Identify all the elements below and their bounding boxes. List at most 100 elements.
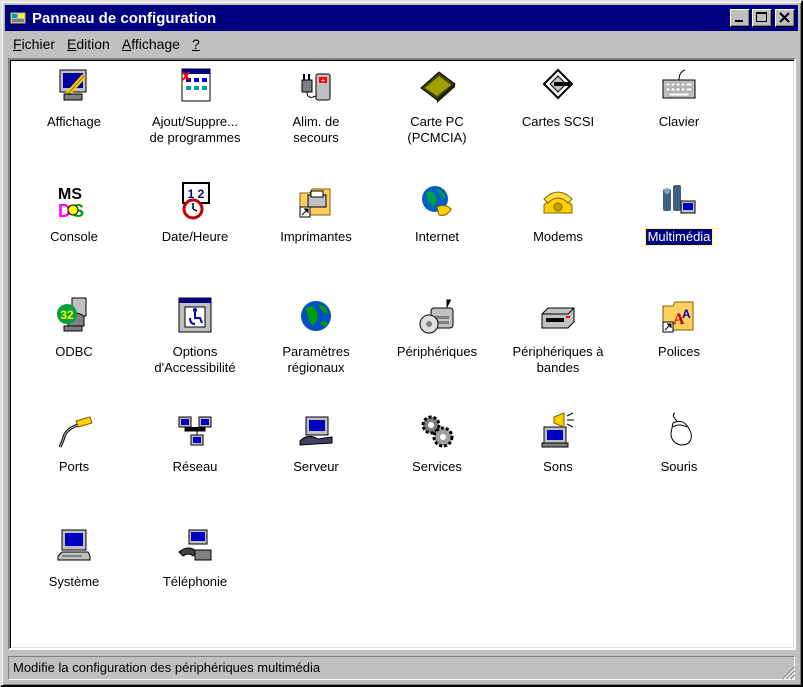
menu-accel: F [13, 36, 22, 52]
control-panel-item-multimedia[interactable]: Multimédia [619, 179, 739, 289]
control-panel-item-display[interactable]: Affichage [14, 64, 134, 174]
odbc-icon: 32 [54, 296, 94, 336]
item-label: Multimédia [644, 228, 714, 246]
item-label: Polices [658, 344, 700, 359]
menu-label: ichier [21, 36, 56, 52]
svg-text:+: + [321, 76, 326, 85]
item-label: Affichage [47, 114, 101, 129]
control-panel-item-devices[interactable]: Périphériques [377, 294, 497, 404]
close-button[interactable] [775, 9, 795, 27]
maximize-icon [756, 12, 767, 22]
control-panel-item-fonts-folder[interactable]: A A Polices [619, 294, 739, 404]
control-panel-item-tape-drive[interactable]: Périphériques à bandes [498, 294, 618, 404]
status-text: Modifie la configuration des périphériqu… [8, 656, 795, 680]
ports-cable-icon [54, 411, 94, 451]
menu-label: ffichage [131, 36, 180, 52]
network-icon [175, 411, 215, 451]
fonts-folder-icon: AA [659, 296, 699, 336]
control-panel-item-scsi[interactable]: Cartes SCSI [498, 64, 618, 174]
minimize-icon [735, 20, 743, 22]
control-panel-item-msdos-console[interactable]: MSDS Console [14, 179, 134, 289]
icon-view[interactable]: Affichage Ajout/Suppre... de programmes + A… [8, 58, 796, 650]
item-label: ODBC [55, 344, 93, 359]
menu-bar: Fichier Edition Affichage ? [5, 33, 798, 55]
title-bar[interactable]: Panneau de configuration [5, 5, 798, 31]
menu-label: dition [76, 36, 110, 52]
menu-help[interactable]: ? [186, 36, 206, 52]
item-label: Options d'Accessibilité [154, 344, 236, 375]
internet-icon [417, 181, 457, 221]
sounds-speaker-icon [538, 411, 578, 451]
printers-folder-icon [296, 181, 336, 221]
display-icon [54, 66, 94, 106]
menu-accel: E [67, 36, 77, 52]
maximize-button[interactable] [752, 9, 772, 27]
control-panel-item-date-time[interactable]: 1 2 Date/Heure [135, 179, 255, 289]
system-computer-icon [54, 526, 94, 566]
control-panel-item-accessibility[interactable]: Options d'Accessibilité [135, 294, 255, 404]
menu-fichier[interactable]: Fichier [7, 36, 61, 52]
scsi-icon [538, 66, 578, 106]
control-panel-item-network[interactable]: Réseau [135, 409, 255, 519]
item-label: Date/Heure [161, 229, 229, 244]
control-panel-item-ports-cable[interactable]: Ports [14, 409, 134, 519]
close-icon [779, 12, 790, 23]
control-panel-item-globe[interactable]: Paramètres régionaux [256, 294, 376, 404]
control-panel-icon [9, 9, 27, 27]
item-label: Cartes SCSI [521, 114, 595, 129]
control-panel-item-system-computer[interactable]: Système [14, 524, 134, 634]
window-title: Panneau de configuration [32, 9, 217, 27]
date-time-icon: 1 2 [175, 181, 215, 221]
item-label: Serveur [293, 459, 339, 474]
status-bar: Modifie la configuration des périphériqu… [5, 654, 798, 682]
item-label: Console [50, 229, 98, 244]
control-panel-item-add-remove-programs[interactable]: Ajout/Suppre... de programmes [135, 64, 255, 174]
control-panel-item-modem-phone[interactable]: Modems [498, 179, 618, 289]
multimedia-icon [659, 181, 699, 221]
globe-icon [296, 296, 336, 336]
control-panel-item-sounds-speaker[interactable]: Sons [498, 409, 618, 519]
control-panel-item-pc-card[interactable]: Carte PC (PCMCIA) [377, 64, 497, 174]
services-gears-icon [417, 411, 457, 451]
item-label: Ports [58, 459, 90, 474]
minimize-button[interactable] [730, 9, 750, 27]
control-panel-item-ups-power[interactable]: + Alim. de secours [256, 64, 376, 174]
menu-affichage[interactable]: Affichage [116, 36, 186, 52]
tape-drive-icon [538, 296, 578, 336]
mouse-icon [659, 411, 699, 451]
item-label: Carte PC (PCMCIA) [407, 114, 467, 145]
menu-accel: A [121, 36, 132, 52]
control-panel-item-internet[interactable]: Internet [377, 179, 497, 289]
control-panel-item-odbc[interactable]: 32 ODBC [14, 294, 134, 404]
control-panel-item-keyboard[interactable]: Clavier [619, 64, 739, 174]
item-label: Clavier [658, 114, 700, 129]
control-panel-item-server[interactable]: Serveur [256, 409, 376, 519]
ups-power-icon: + [296, 66, 336, 106]
item-label: Paramètres régionaux [282, 344, 350, 375]
menu-accel: ? [191, 36, 200, 52]
item-label: Système [48, 574, 100, 589]
control-panel-item-printers-folder[interactable]: Imprimantes [256, 179, 376, 289]
control-panel-item-mouse[interactable]: Souris [619, 409, 739, 519]
server-icon [296, 411, 336, 451]
item-label: Périphériques [396, 344, 478, 359]
control-panel-item-telephony[interactable]: Téléphonie [135, 524, 255, 634]
item-label: Téléphonie [162, 574, 228, 589]
item-label: Souris [660, 459, 698, 474]
accessibility-icon [175, 296, 215, 336]
item-label: Périphériques à bandes [512, 344, 604, 375]
control-panel-item-services-gears[interactable]: Services [377, 409, 497, 519]
msdos-console-icon: MSDS [54, 181, 94, 221]
item-label: Réseau [172, 459, 218, 474]
control-panel-window: Panneau de configuration Fichier Edition… [0, 0, 803, 687]
item-label: Internet [414, 229, 460, 244]
item-label: Imprimantes [280, 229, 352, 244]
menu-edition[interactable]: Edition [61, 36, 116, 52]
item-label: Modems [533, 229, 583, 244]
item-label: Services [412, 459, 462, 474]
item-label: Alim. de secours [292, 114, 340, 145]
svg-text:32: 32 [60, 308, 74, 322]
resize-grip-icon[interactable] [780, 664, 796, 680]
add-remove-programs-icon [175, 66, 215, 106]
keyboard-icon [659, 66, 699, 106]
